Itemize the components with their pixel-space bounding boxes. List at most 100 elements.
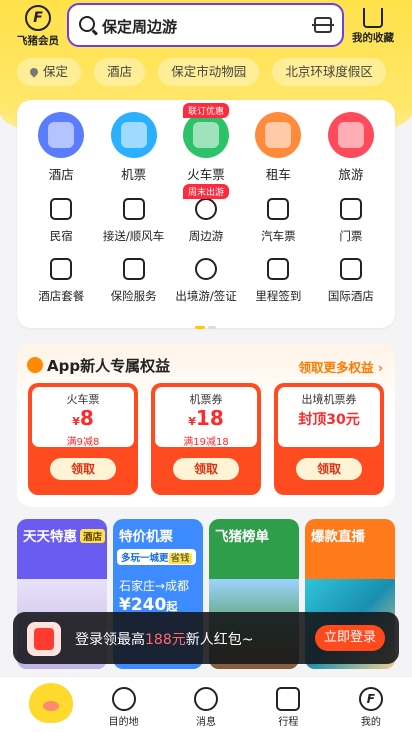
coupon-condition: 满19减18	[183, 437, 229, 448]
service-nearby[interactable]: 周末出游 周边游	[170, 184, 242, 244]
service-label: 保险服务	[110, 289, 157, 303]
member-button[interactable]: F 飞猪会员	[14, 5, 62, 48]
pig-home-icon	[29, 683, 73, 723]
profile-icon: F	[358, 687, 383, 711]
coupon-card: 出境机票券 封顶30元 领取	[274, 383, 384, 495]
tab-destination[interactable]: 目的地	[82, 677, 164, 732]
calendar-icon	[276, 687, 301, 711]
coupon-card: 火车票 ¥8 满9减8 领取	[28, 383, 138, 495]
search-query: 保定周边游	[102, 18, 178, 36]
service-hotel[interactable]: 酒店	[25, 110, 97, 182]
package-icon	[50, 258, 73, 280]
service-train[interactable]: 联订优惠 火车票	[170, 103, 242, 182]
promo-title: 天天特惠 酒店	[23, 525, 106, 545]
service-homestay[interactable]: 民宿	[25, 196, 97, 244]
more-benefits-label: 领取更多权益	[298, 360, 374, 375]
plane-icon	[110, 112, 157, 158]
intl-hotel-icon	[339, 258, 362, 280]
ticket-icon	[339, 198, 362, 220]
service-car-rental[interactable]: 租车	[242, 110, 314, 182]
coupon-amount: 8	[79, 406, 94, 430]
nearby-icon	[195, 198, 218, 220]
claim-button[interactable]: 领取	[50, 458, 116, 480]
promo-tag: 酒店	[80, 529, 106, 543]
services-row-2: 民宿 接送/顺风车 周末出游 周边游 汽车票 门票	[25, 184, 387, 244]
service-bus[interactable]: 汽车票	[242, 196, 314, 244]
tab-label: 我的	[360, 717, 381, 728]
service-label: 民宿	[49, 229, 73, 243]
search-box[interactable]: 保定周边游	[67, 3, 344, 47]
coupon-currency: ¥	[72, 415, 80, 428]
service-insurance[interactable]: 保险服务	[97, 256, 169, 304]
promo-title: 特价机票	[119, 529, 173, 545]
chip[interactable]: 北京环球度假区	[272, 58, 386, 86]
tab-trips[interactable]: 行程	[247, 677, 329, 732]
service-flight[interactable]: 机票	[97, 110, 169, 182]
chip-location[interactable]: 保定	[17, 58, 82, 86]
services-card: 酒店 机票 联订优惠 火车票 租车 旅游 民宿 接送/顺风车 周末出游 周边游 …	[17, 100, 395, 329]
more-benefits-link[interactable]: 领取更多权益 ›	[298, 357, 383, 376]
service-tickets[interactable]: 门票	[315, 196, 387, 244]
favorites-button[interactable]: 我的收藏	[348, 5, 398, 45]
cart-icon	[363, 8, 383, 28]
service-transfer[interactable]: 接送/顺风车	[97, 196, 169, 244]
service-travel[interactable]: 旅游	[315, 110, 387, 182]
scan-icon[interactable]	[312, 17, 334, 33]
service-label: 接送/顺风车	[102, 229, 165, 243]
tab-home[interactable]	[0, 677, 82, 732]
coupon-type: 火车票	[66, 393, 100, 406]
main-services-row: 酒店 机票 联订优惠 火车票 租车 旅游	[25, 103, 387, 182]
claim-button[interactable]: 领取	[296, 458, 362, 480]
promo-title-text: 天天特惠	[23, 529, 77, 545]
claim-button[interactable]: 领取	[173, 458, 239, 480]
tab-messages[interactable]: 消息	[165, 677, 247, 732]
chip-label: 保定市动物园	[171, 64, 247, 79]
bottom-tab-bar: 目的地 消息 行程 F 我的	[0, 676, 412, 732]
chevron-right-icon: ›	[377, 360, 383, 375]
service-hotel-package[interactable]: 酒店套餐	[25, 256, 97, 304]
services-row-3: 酒店套餐 保险服务 出境游/签证 里程签到 国际酒店	[25, 256, 387, 304]
promo-badge: 联订优惠	[183, 103, 230, 118]
indicator-dot	[208, 326, 216, 329]
chip-label: 酒店	[107, 64, 133, 79]
benefits-title: App新人专属权益	[27, 355, 170, 376]
tab-label: 行程	[278, 717, 299, 728]
service-label: 酒店	[48, 167, 74, 182]
toast-prefix: 登录领最高	[75, 632, 145, 648]
location-pin-icon	[28, 66, 40, 78]
favorites-label: 我的收藏	[352, 32, 394, 44]
coupon-value: ¥18	[155, 407, 257, 433]
tab-label: 目的地	[108, 717, 139, 728]
service-label: 火车票	[187, 167, 225, 182]
search-icon	[79, 16, 95, 32]
service-label: 门票	[339, 229, 363, 243]
coupon-value: ¥8	[32, 407, 134, 433]
indicator-dot-active	[195, 326, 205, 329]
tab-label: 消息	[196, 717, 217, 728]
planet-icon	[111, 687, 136, 711]
coupon-type: 机票券	[189, 393, 223, 406]
train-icon	[183, 112, 230, 158]
login-button[interactable]: 立即登录	[315, 625, 385, 651]
promo-title: 爆款直播	[311, 529, 365, 545]
new-user-benefits: App新人专属权益 领取更多权益 › 火车票 ¥8 满9减8 领取 机票券 ¥1…	[17, 343, 395, 507]
coupon-body: 机票券 ¥18 满19减18	[155, 387, 257, 448]
service-visa[interactable]: 出境游/签证	[170, 256, 242, 304]
chip[interactable]: 酒店	[94, 58, 146, 86]
toast-amount: 188元	[145, 632, 186, 648]
message-icon	[194, 687, 219, 711]
coupon-condition: 满9减8	[66, 437, 100, 448]
promo-title: 飞猪榜单	[215, 529, 269, 545]
promo-subtitle-text: 多玩一城更	[121, 553, 169, 564]
top-header: F 飞猪会员 保定周边游 我的收藏	[0, 0, 412, 52]
chip[interactable]: 保定市动物园	[158, 58, 260, 86]
beach-icon	[327, 112, 374, 158]
coupon-body: 出境机票券 封顶30元	[278, 387, 380, 447]
service-label: 周边游	[188, 229, 224, 243]
promo-subtitle: 多玩一城更 省钱	[117, 549, 196, 565]
service-checkin[interactable]: 里程签到	[242, 256, 314, 304]
toast-suffix: 新人红包~	[185, 632, 254, 648]
service-intl-hotel[interactable]: 国际酒店	[315, 256, 387, 304]
coupon-currency: ¥	[188, 415, 196, 428]
tab-profile[interactable]: F 我的	[330, 677, 412, 732]
